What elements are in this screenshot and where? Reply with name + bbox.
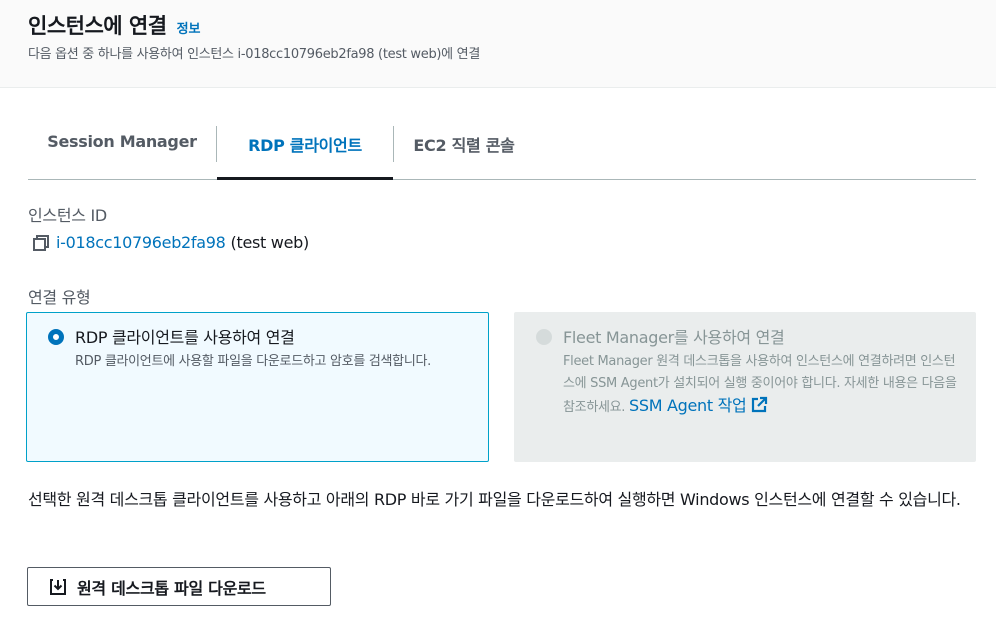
instance-name: (test web) [230,233,310,252]
download-rdp-file-button[interactable]: 원격 데스크톱 파일 다운로드 [27,567,331,606]
tab-ec2-serial-console[interactable]: EC2 직렬 콘솔 [394,124,534,180]
connection-tabs: Session Manager RDP 클라이언트 EC2 직렬 콘솔 [28,124,976,180]
ssm-agent-link-text: SSM Agent 작업 [628,396,747,415]
ssm-agent-link[interactable]: SSM Agent 작업 [629,396,769,415]
fleet-option-description: Fleet Manager 원격 데스크톱을 사용하여 인스턴스에 연결하려면 … [563,351,963,419]
instance-id-row: i-018cc10796eb2fa98 (test web) [32,233,309,252]
page-subtitle: 다음 옵션 중 하나를 사용하여 인스턴스 i-018cc10796eb2fa9… [28,47,480,62]
info-link[interactable]: 정보 [177,18,201,37]
rdp-radio-button[interactable] [48,329,64,345]
rdp-option-title: RDP 클라이언트를 사용하여 연결 [75,328,295,347]
rdp-client-option[interactable]: RDP 클라이언트를 사용하여 연결 RDP 클라이언트에 사용할 파일을 다운… [26,312,489,462]
download-button-label: 원격 데스크톱 파일 다운로드 [77,578,266,598]
rdp-option-description: RDP 클라이언트에 사용할 파일을 다운로드하고 암호를 검색합니다. [75,354,431,369]
page-title: 인스턴스에 연결 [28,14,167,38]
connection-type-label: 연결 유형 [28,288,91,307]
external-link-icon [750,396,768,414]
page-header: 인스턴스에 연결 정보 다음 옵션 중 하나를 사용하여 인스턴스 i-018c… [0,0,996,88]
tab-session-manager[interactable]: Session Manager [28,124,216,180]
download-icon [49,578,67,596]
copy-icon[interactable] [32,234,50,252]
instance-id-label: 인스턴스 ID [28,206,107,225]
fleet-option-title: Fleet Manager를 사용하여 연결 [563,328,785,347]
title-row: 인스턴스에 연결 정보 [28,10,200,40]
fleet-radio-button [536,329,552,345]
fleet-manager-option: Fleet Manager를 사용하여 연결 Fleet Manager 원격 … [514,312,976,462]
tab-rdp-client[interactable]: RDP 클라이언트 [217,124,393,180]
rdp-description: 선택한 원격 데스크톱 클라이언트를 사용하고 아래의 RDP 바로 가기 파일… [28,490,961,509]
instance-id-link[interactable]: i-018cc10796eb2fa98 [56,233,226,252]
